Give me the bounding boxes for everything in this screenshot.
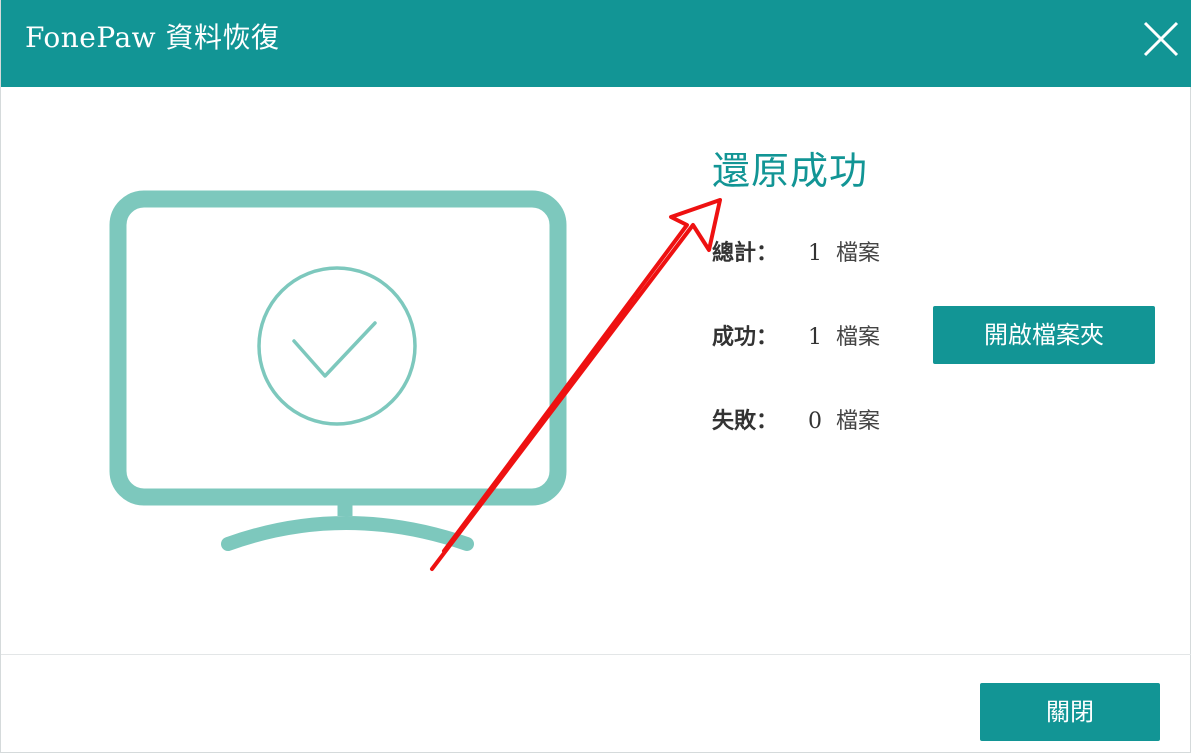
close-icon[interactable] [1140,18,1182,60]
stat-row-failed: 失敗： 0 檔案 [712,405,880,438]
stat-value: 1 [808,241,822,266]
result-heading: 還原成功 [712,149,869,193]
monitor-check-icon [109,190,567,551]
stat-value: 1 [808,325,822,350]
stat-label: 失敗： [712,408,779,434]
stat-row-success: 成功： 1 檔案 [712,321,880,354]
stat-unit: 檔案 [836,325,881,350]
stat-label: 總計： [712,240,779,266]
open-folder-button[interactable]: 開啟檔案夾 [933,306,1155,364]
stat-value: 0 [808,409,822,434]
window-title: FonePaw 資料恢復 [25,21,280,54]
title-bar: FonePaw 資料恢復 [1,0,1191,87]
dialog-window: FonePaw 資料恢復 還原成功 總計： 1 檔案 成功： 1 檔案 失敗： 0 檔案 開… [0,0,1191,753]
stat-unit: 檔案 [836,241,881,266]
stat-unit: 檔案 [836,409,881,434]
stat-row-total: 總計： 1 檔案 [712,237,880,270]
stat-label: 成功： [712,324,779,350]
close-button[interactable]: 關閉 [980,683,1160,741]
footer-divider [1,654,1191,655]
